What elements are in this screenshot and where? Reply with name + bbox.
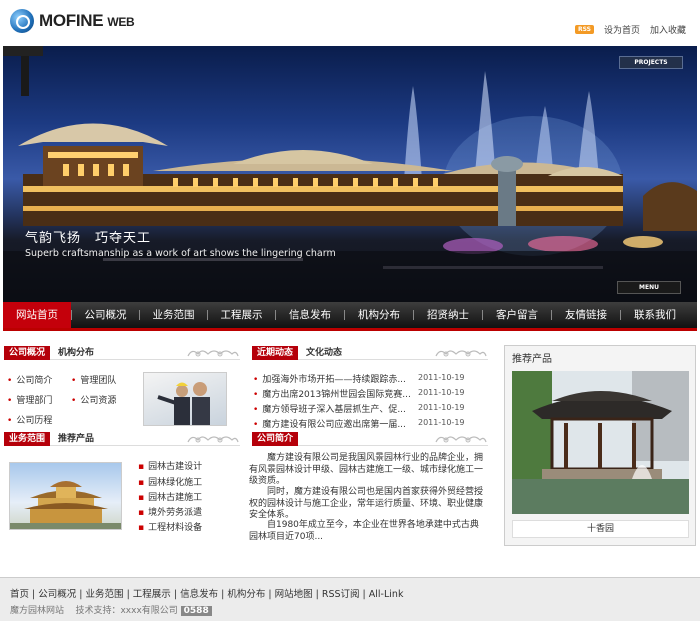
business-section-header: 业务范围 推荐产品 [4, 431, 240, 446]
site-footer: 首页 | 公司概况 | 业务范围 | 工程展示 | 信息发布 | 机构分布 | … [0, 577, 700, 621]
nav-guestbook[interactable]: 客户留言 [483, 302, 551, 328]
footer-support: 技术支持：xxxx有限公司 [75, 606, 178, 616]
business-link-design[interactable]: ▪ 园林古建设计 [138, 459, 202, 472]
main-nav: 网站首页 公司概况 业务范围 工程展示 信息发布 机构分布 招贤纳士 客户留言 … [3, 302, 697, 331]
footer-link-business[interactable]: 业务范围 [86, 589, 124, 600]
cloud-ornament-icon [435, 350, 487, 357]
news-date: 2011-10-19 [418, 418, 465, 427]
tab-business-scope[interactable]: 业务范围 [4, 431, 51, 446]
recommended-products-title: 推荐产品 [512, 354, 552, 365]
nav-projects[interactable]: 工程展示 [208, 302, 275, 328]
company-link-resources[interactable]: • 公司资源 [71, 393, 116, 406]
rss-icon[interactable]: RSS [574, 25, 594, 34]
projects-button[interactable]: PROJECTS [619, 56, 683, 69]
nav-branches[interactable]: 机构分布 [345, 302, 413, 328]
tab-recent-news[interactable]: 近期动态 [252, 345, 299, 360]
pavilion-photo[interactable] [512, 371, 689, 514]
intro-paragraph: 同时，魔方建设有限公司也是国内首家获得外贸经营授权的园林设计与施工企业，常年运行… [249, 487, 484, 520]
intro-paragraph: 自1980年成立至今，本企业在世界各地承建中式古典园林项目近70项... [249, 520, 479, 542]
tab-recommended-products[interactable]: 推荐产品 [50, 432, 102, 446]
site-header: MOFINE WEB RSS 设为首页 加入收藏 [0, 0, 700, 46]
recommended-product-caption[interactable]: 十香园 [512, 520, 689, 538]
company-link-departments[interactable]: • 管理部门 [7, 393, 52, 406]
footer-link-all[interactable]: All-Link [369, 589, 404, 600]
logo-text: MOFINE [39, 11, 104, 30]
footer-copyright: 魔方园林网站 技术支持：xxxx有限公司 0588 [10, 603, 212, 616]
news-date: 2011-10-19 [418, 403, 465, 412]
news-section-header: 近期动态 文化动态 [252, 345, 488, 360]
news-date: 2011-10-19 [418, 388, 465, 397]
footer-badge: 0588 [180, 606, 212, 616]
nav-business-scope[interactable]: 业务范围 [140, 302, 207, 328]
footer-link-home[interactable]: 首页 [10, 589, 29, 600]
nav-links[interactable]: 友情链接 [552, 302, 620, 328]
footer-link-rss[interactable]: RSS订阅 [322, 589, 360, 600]
business-link-greening[interactable]: ▪ 园林绿化施工 [138, 475, 202, 488]
palace-scene-image [3, 46, 697, 302]
recommended-products-panel: 推荐产品 十香园 [504, 345, 696, 546]
footer-link-company[interactable]: 公司概况 [38, 589, 76, 600]
business-link-materials[interactable]: ▪ 工程材料设备 [138, 520, 202, 533]
footer-link-projects[interactable]: 工程展示 [133, 589, 171, 600]
top-links: RSS 设为首页 加入收藏 [574, 23, 686, 36]
news-item[interactable]: • 魔方领导班子深入基层抓生产、促... [253, 402, 406, 415]
menu-button[interactable]: MENU [617, 281, 681, 294]
footer-site-name: 魔方园林网站 [10, 606, 65, 616]
tab-company-intro[interactable]: 公司简介 [252, 431, 299, 446]
engineers-photo [143, 372, 227, 426]
business-link-labor[interactable]: ▪ 境外劳务派遣 [138, 505, 202, 518]
news-date: 2011-10-19 [418, 373, 465, 382]
business-link-construction[interactable]: ▪ 园林古建施工 [138, 490, 202, 503]
company-link-team[interactable]: • 管理团队 [71, 373, 116, 386]
tab-company-overview[interactable]: 公司概况 [4, 345, 51, 360]
footer-link-news[interactable]: 信息发布 [180, 589, 218, 600]
footer-link-branches[interactable]: 机构分布 [227, 589, 265, 600]
pagoda-building-photo [9, 462, 122, 530]
hero-banner: PROJECTS 气韵飞扬 巧夺天工 Superb craftsmanship … [3, 46, 697, 302]
logo-suffix: WEB [107, 15, 135, 29]
news-item[interactable]: • 加强海外市场开拓——持续跟踪赤... [253, 372, 406, 385]
tab-branches[interactable]: 机构分布 [50, 346, 102, 360]
company-link-history[interactable]: • 公司历程 [7, 413, 52, 426]
company-link-profile[interactable]: • 公司简介 [7, 373, 52, 386]
nav-contact[interactable]: 联系我们 [621, 302, 689, 328]
banner-slogan-cn: 气韵飞扬 巧夺天工 [25, 231, 152, 246]
site-logo[interactable]: MOFINE WEB [10, 9, 135, 33]
cloud-ornament-icon [187, 350, 239, 357]
news-item[interactable]: • 魔方出席2013锦州世园会国际竞赛... [253, 387, 411, 400]
nav-company-overview[interactable]: 公司概况 [72, 302, 139, 328]
nav-home[interactable]: 网站首页 [3, 302, 71, 328]
banner-slogan-en: Superb craftsmanship as a work of art sh… [25, 248, 336, 259]
footer-links: 首页 | 公司概况 | 业务范围 | 工程展示 | 信息发布 | 机构分布 | … [10, 589, 404, 600]
logo-icon [10, 9, 34, 33]
set-homepage-link[interactable]: 设为首页 [604, 23, 640, 36]
intro-paragraph: 魔方建设有限公司是我国风景园林行业的品牌企业，拥有风景园林设计甲级、园林古建施工… [249, 453, 484, 486]
add-favorite-link[interactable]: 加入收藏 [650, 23, 686, 36]
cloud-ornament-icon [187, 436, 239, 443]
cloud-ornament-icon [435, 436, 487, 443]
news-item[interactable]: • 魔方建设有限公司应邀出席第一届... [253, 417, 406, 430]
intro-section-header: 公司简介 [252, 431, 488, 446]
nav-careers[interactable]: 招贤纳士 [414, 302, 482, 328]
nav-news[interactable]: 信息发布 [276, 302, 344, 328]
company-section-header: 公司概况 机构分布 [4, 345, 240, 360]
tab-culture-news[interactable]: 文化动态 [298, 346, 350, 360]
footer-link-sitemap[interactable]: 网站地图 [275, 589, 313, 600]
